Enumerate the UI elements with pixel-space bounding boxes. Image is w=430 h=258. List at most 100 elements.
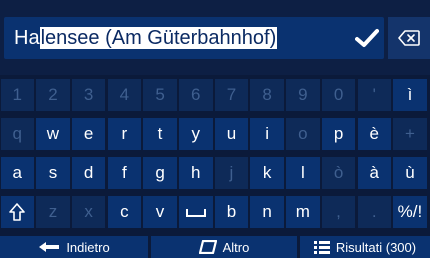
key-label: l [300, 163, 305, 182]
key-label: k [262, 163, 272, 182]
key[interactable]: n [250, 196, 284, 228]
backspace-button[interactable] [388, 17, 430, 59]
key-label: m [295, 202, 310, 221]
key-label: f [121, 163, 127, 182]
key: . [357, 196, 391, 228]
key[interactable]: a [0, 157, 34, 189]
key[interactable]: r [107, 118, 142, 150]
key[interactable]: p [321, 118, 356, 150]
key[interactable]: ì [393, 79, 427, 111]
key-label: t [157, 124, 163, 143]
key-label: p [333, 124, 344, 143]
key: , [321, 196, 356, 228]
key-label: 3 [83, 85, 94, 104]
key[interactable]: ù [393, 157, 427, 189]
key[interactable]: d [71, 157, 106, 189]
key-shift[interactable] [0, 196, 34, 228]
key-label: 2 [48, 85, 58, 104]
key-label: 0 [333, 85, 344, 104]
search-input-text: Halensee (Am Güterbahnhof) [14, 25, 278, 51]
key: 1 [0, 79, 34, 111]
key-label: + [404, 124, 415, 143]
key-label: . [371, 202, 377, 221]
key: 7 [214, 79, 249, 111]
key[interactable]: b [214, 196, 249, 228]
key-label: q [12, 124, 22, 143]
key[interactable]: v [143, 196, 177, 228]
other-button-label: Altro [222, 239, 250, 255]
key: j [214, 157, 249, 189]
key[interactable]: l [286, 157, 320, 189]
key: 3 [71, 79, 106, 111]
checkmark-icon [355, 29, 379, 47]
confirm-button[interactable] [350, 22, 384, 54]
key-label: ù [405, 163, 415, 182]
key[interactable]: w [36, 118, 70, 150]
key[interactable]: f [107, 157, 142, 189]
key-label: ò [333, 163, 344, 182]
back-button[interactable]: Indietro [0, 236, 148, 258]
other-button[interactable]: Altro [151, 236, 297, 258]
key-label: h [191, 163, 201, 182]
key-label: b [226, 202, 237, 221]
key-space[interactable] [179, 196, 213, 228]
key[interactable]: s [36, 157, 70, 189]
backspace-icon [398, 30, 420, 46]
key[interactable]: t [143, 118, 177, 150]
key: ò [321, 157, 356, 189]
key-label: c [120, 202, 129, 221]
key-label: 6 [191, 85, 201, 104]
keyboard-layout-icon [198, 240, 217, 254]
key-label: g [155, 163, 165, 182]
key[interactable]: m [286, 196, 320, 228]
key[interactable]: y [179, 118, 213, 150]
key-label: s [48, 163, 58, 182]
key[interactable]: g [143, 157, 177, 189]
key[interactable]: i [250, 118, 284, 150]
key-label: 7 [226, 85, 237, 104]
key-label: n [262, 202, 272, 221]
key-label: i [265, 124, 270, 143]
key[interactable]: %/! [393, 196, 427, 228]
key-label: d [83, 163, 94, 182]
key-label: y [191, 124, 201, 143]
key-label: e [83, 124, 94, 143]
shift-arrow-icon [9, 203, 26, 221]
key: + [393, 118, 427, 150]
key-label: x [84, 202, 93, 221]
key: 5 [143, 79, 177, 111]
key: x [71, 196, 106, 228]
key: 6 [179, 79, 213, 111]
key: ' [357, 79, 391, 111]
search-input[interactable]: Halensee (Am Güterbahnhof) [4, 17, 384, 59]
key-label: 4 [119, 85, 130, 104]
key[interactable]: à [357, 157, 391, 189]
key[interactable]: è [357, 118, 391, 150]
key-label: 9 [298, 85, 308, 104]
key: 2 [36, 79, 70, 111]
key: 4 [107, 79, 142, 111]
key-label: j [229, 163, 234, 182]
space-bar-icon [185, 209, 206, 217]
key-label: è [369, 124, 379, 143]
key[interactable]: k [250, 157, 284, 189]
key-label: a [12, 163, 22, 182]
key[interactable]: c [107, 196, 142, 228]
key-label: 5 [155, 85, 165, 104]
key[interactable]: h [179, 157, 213, 189]
arrow-left-icon [39, 242, 60, 252]
key[interactable]: e [71, 118, 106, 150]
key-label: , [336, 202, 341, 221]
key-label: ' [372, 85, 376, 104]
key-label: à [369, 163, 379, 182]
results-button[interactable]: Risultati (300) [300, 236, 430, 258]
key-label: u [226, 124, 237, 143]
key-label: w [46, 124, 60, 143]
key-label: 1 [12, 85, 22, 104]
key-label: r [121, 124, 128, 143]
autocomplete-suggestion: lensee (Am Güterbahnhof) [39, 27, 278, 49]
key[interactable]: u [214, 118, 249, 150]
key-label: ì [407, 85, 413, 104]
key: q [0, 118, 34, 150]
results-button-label: Risultati (300) [335, 239, 417, 255]
